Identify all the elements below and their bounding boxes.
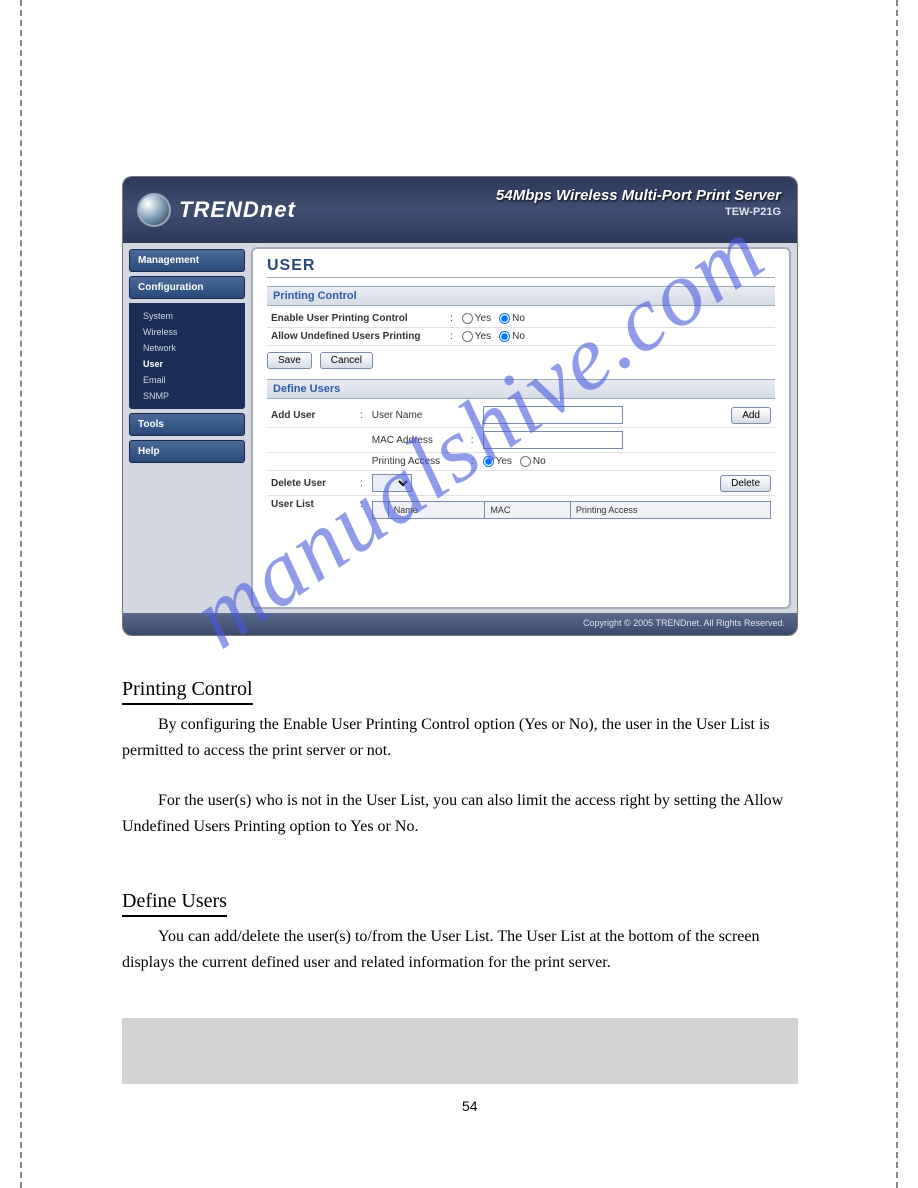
heading-printing-control: Printing Control [122, 678, 253, 705]
heading-define-users: Define Users [122, 890, 227, 917]
cancel-button[interactable]: Cancel [320, 352, 373, 369]
nav-network[interactable]: Network [129, 340, 245, 356]
para-2: For the user(s) who is not in the User L… [122, 788, 802, 839]
col-blank [372, 502, 388, 519]
label-printing-access: Printing Access [372, 456, 462, 467]
router-ui-window: TRENDnet 54Mbps Wireless Multi-Port Prin… [122, 176, 798, 636]
nav-configuration[interactable]: Configuration [129, 276, 245, 299]
page-number-box [122, 1018, 798, 1084]
label-allow: Allow Undefined Users Printing [271, 331, 441, 342]
ui-header: TRENDnet 54Mbps Wireless Multi-Port Prin… [123, 177, 797, 243]
nav-email[interactable]: Email [129, 372, 245, 388]
allow-no-option[interactable]: No [499, 331, 525, 342]
pa-no-option[interactable]: No [520, 456, 546, 467]
row-add-user: Add User : User Name : Add [267, 403, 775, 428]
nav-user[interactable]: User [129, 356, 245, 372]
pa-yes-option[interactable]: Yes [483, 456, 512, 467]
row-allow-undefined: Allow Undefined Users Printing : Yes No [267, 328, 775, 346]
pa-yes-radio[interactable] [483, 456, 494, 467]
input-mac[interactable] [483, 431, 623, 449]
section-printing-control: Printing Control [267, 286, 775, 306]
header-right: 54Mbps Wireless Multi-Port Print Server … [496, 187, 781, 218]
nav-tools[interactable]: Tools [129, 413, 245, 436]
user-list-table: Name MAC Printing Access [372, 501, 771, 519]
enable-yes-radio[interactable] [462, 313, 473, 324]
row-enable-control: Enable User Printing Control : Yes No [267, 310, 775, 328]
page-title: USER [267, 257, 775, 278]
row-printing-access: : Printing Access : Yes No [267, 453, 775, 471]
col-name: Name [388, 502, 485, 519]
product-model: TEW-P21G [496, 206, 781, 218]
col-mac: MAC [485, 502, 571, 519]
row-user-list: User List : Name MAC Printing Access [267, 496, 775, 522]
nav-wireless[interactable]: Wireless [129, 324, 245, 340]
label-enable: Enable User Printing Control [271, 313, 441, 324]
label-mac: MAC Address [372, 435, 462, 446]
brand-logo: TRENDnet [179, 197, 296, 223]
para-3: You can add/delete the user(s) to/from t… [122, 924, 802, 975]
allow-yes-radio[interactable] [462, 331, 473, 342]
label-user-list: User List [271, 499, 351, 510]
select-delete-user[interactable] [372, 474, 412, 492]
nav-submenu: System Wireless Network User Email SNMP [129, 303, 245, 409]
para-1: By configuring the Enable User Printing … [122, 712, 802, 763]
enable-yes-option[interactable]: Yes [462, 313, 491, 324]
nav-system[interactable]: System [129, 308, 245, 324]
product-title: 54Mbps Wireless Multi-Port Print Server [496, 187, 781, 204]
button-row: Save Cancel [267, 352, 775, 369]
nav-snmp[interactable]: SNMP [129, 388, 245, 404]
label-user-name: User Name [372, 410, 462, 421]
section-define-users: Define Users [267, 379, 775, 399]
save-button[interactable]: Save [267, 352, 312, 369]
row-delete-user: Delete User : Delete [267, 471, 775, 496]
table-header-row: Name MAC Printing Access [372, 502, 770, 519]
logo-orb-icon [137, 193, 171, 227]
label-add-user: Add User [271, 410, 351, 421]
delete-button[interactable]: Delete [720, 475, 771, 492]
enable-no-radio[interactable] [499, 313, 510, 324]
input-user-name[interactable] [483, 406, 623, 424]
allow-yes-option[interactable]: Yes [462, 331, 491, 342]
nav-help[interactable]: Help [129, 440, 245, 463]
allow-no-radio[interactable] [499, 331, 510, 342]
sidebar: Management Configuration System Wireless… [123, 243, 251, 613]
ui-footer: Copyright © 2005 TRENDnet. All Rights Re… [123, 613, 797, 635]
col-pa: Printing Access [570, 502, 770, 519]
enable-no-option[interactable]: No [499, 313, 525, 324]
page-number: 54 [462, 1098, 478, 1114]
label-delete-user: Delete User [271, 478, 351, 489]
pa-no-radio[interactable] [520, 456, 531, 467]
nav-management[interactable]: Management [129, 249, 245, 272]
add-button[interactable]: Add [731, 407, 771, 424]
content-panel: USER Printing Control Enable User Printi… [251, 247, 791, 609]
row-mac: : MAC Address : [267, 428, 775, 453]
